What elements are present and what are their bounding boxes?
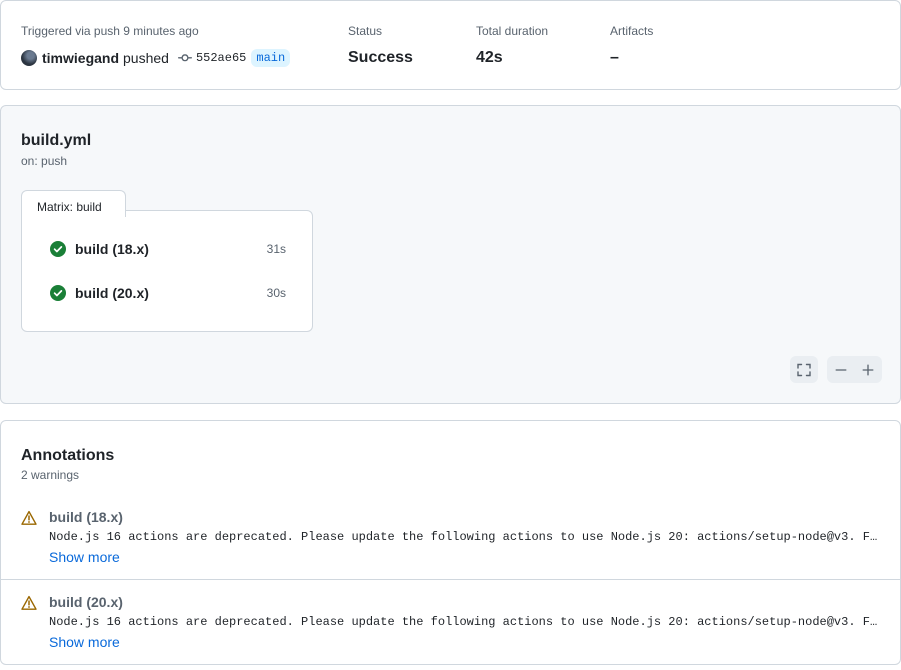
artifacts-info: Artifacts –: [610, 23, 653, 68]
screen-full-icon: [797, 363, 811, 376]
artifacts-label: Artifacts: [610, 24, 654, 38]
matrix-job-group: build (18.x) 31s build (20.x) 30s: [21, 210, 313, 332]
job-duration: 31s: [266, 242, 286, 256]
zoom-controls: [827, 356, 882, 383]
check-circle-fill-icon: [50, 241, 66, 257]
check-circle-fill-icon: [50, 285, 66, 301]
job-item-build-20[interactable]: build (20.x) 30s: [50, 283, 286, 303]
trigger-label: Triggered via push 9 minutes ago: [21, 24, 199, 38]
job-name: build (20.x): [75, 285, 149, 301]
annotation-job-name[interactable]: build (18.x): [49, 508, 123, 526]
run-summary-card: Triggered via push 9 minutes ago timwieg…: [0, 0, 901, 90]
dash-icon: [835, 368, 847, 371]
plus-icon: [862, 364, 874, 375]
annotation-message: Node.js 16 actions are deprecated. Pleas…: [49, 615, 883, 629]
alert-icon: [21, 510, 37, 525]
matrix-tab: Matrix: build: [21, 190, 126, 217]
annotation-message: Node.js 16 actions are deprecated. Pleas…: [49, 530, 883, 544]
fullscreen-button[interactable]: [790, 356, 818, 383]
annotation-item: build (18.x) Node.js 16 actions are depr…: [1, 500, 900, 585]
annotation-item: build (20.x) Node.js 16 actions are depr…: [1, 585, 900, 670]
workflow-file-name[interactable]: build.yml: [21, 131, 91, 151]
job-item-build-18[interactable]: build (18.x) 31s: [50, 239, 286, 259]
actor-avatar[interactable]: [21, 50, 37, 66]
duration-value: 42s: [476, 49, 503, 66]
annotation-divider: [1, 579, 900, 580]
alert-icon: [21, 595, 37, 610]
trigger-details: timwiegand pushed 552ae65 main: [21, 48, 291, 68]
annotation-job-name[interactable]: build (20.x): [49, 593, 123, 611]
actor-link[interactable]: timwiegand: [42, 50, 119, 66]
trigger-action: pushed: [123, 50, 169, 66]
commit-sha-link[interactable]: 552ae65: [196, 51, 246, 65]
zoom-in-button[interactable]: [861, 363, 875, 377]
job-name: build (18.x): [75, 241, 149, 257]
annotations-count: 2 warnings: [21, 468, 80, 482]
show-more-link[interactable]: Show more: [49, 548, 120, 566]
trigger-info: Triggered via push 9 minutes ago timwieg…: [21, 23, 291, 68]
duration-label: Total duration: [476, 24, 549, 38]
workflow-trigger: on: push: [21, 154, 68, 168]
job-duration: 30s: [266, 286, 286, 300]
annotations-title: Annotations: [21, 447, 115, 464]
artifacts-value: –: [610, 49, 619, 66]
status-value: Success: [348, 49, 413, 66]
git-commit-icon: [177, 51, 192, 65]
annotations-card: Annotations 2 warnings build (18.x) Node…: [0, 420, 901, 665]
show-more-link[interactable]: Show more: [49, 633, 120, 651]
status-info: Status Success: [348, 23, 413, 68]
status-label: Status: [348, 24, 383, 38]
branch-badge[interactable]: main: [251, 49, 291, 67]
workflow-graph-card: build.yml on: push Matrix: build build (…: [0, 105, 901, 404]
zoom-out-button[interactable]: [834, 363, 848, 377]
duration-info: Total duration 42s: [476, 23, 548, 68]
